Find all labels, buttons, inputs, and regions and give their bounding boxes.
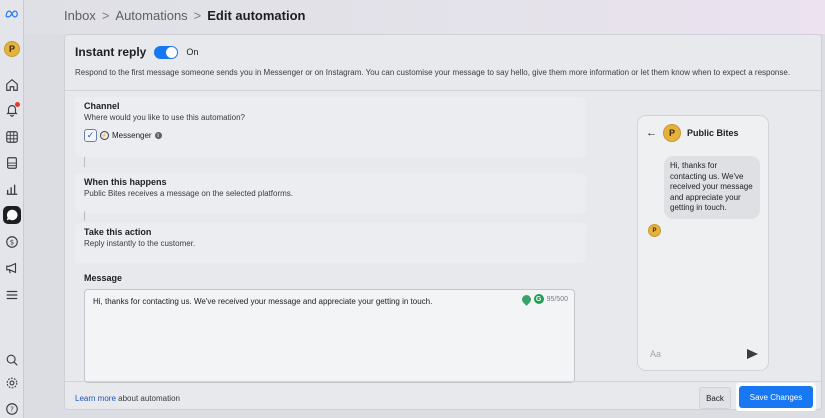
trigger-subtext: Public Bites receives a message on the s…	[84, 189, 293, 198]
trigger-heading: When this happens	[84, 177, 167, 187]
svg-text:?: ?	[10, 406, 14, 414]
back-button[interactable]: Back	[699, 387, 731, 409]
search-icon[interactable]	[3, 351, 21, 369]
pages-icon[interactable]	[3, 154, 21, 172]
flow-connector	[84, 211, 85, 221]
message-textarea[interactable]: Hi, thanks for contacting us. We've rece…	[84, 289, 575, 383]
messenger-preview: ← P Public Bites Hi, thanks for contacti…	[637, 115, 769, 371]
back-arrow-icon: ←	[646, 127, 657, 139]
svg-text:$: $	[10, 239, 14, 247]
preview-avatar: P	[663, 124, 681, 142]
monetization-icon[interactable]: $	[3, 233, 21, 251]
breadcrumb-separator: >	[101, 8, 110, 23]
trigger-section: When this happens Public Bites receives …	[75, 173, 586, 213]
learn-more-suffix: about automation	[115, 394, 180, 403]
preview-header: ← P Public Bites	[646, 124, 739, 142]
preview-sender-avatar: P	[648, 224, 661, 237]
inbox-icon[interactable]	[3, 206, 21, 224]
channel-section: Channel Where would you like to use this…	[75, 97, 586, 157]
help-icon[interactable]: ?	[3, 400, 21, 418]
instant-reply-title: Instant reply	[75, 45, 147, 59]
learn-more-link[interactable]: Learn more	[75, 394, 116, 403]
grammar-icon[interactable]: G	[533, 294, 544, 304]
toggle-state-label: On	[186, 47, 199, 57]
send-icon	[747, 349, 758, 359]
save-changes-button[interactable]: Save Changes	[739, 386, 813, 408]
info-icon[interactable]: i	[154, 132, 162, 139]
settings-icon[interactable]	[3, 374, 21, 392]
messenger-checkbox[interactable]: ✓	[84, 129, 97, 142]
messenger-icon: ⚡	[100, 131, 109, 140]
home-icon[interactable]	[3, 76, 21, 94]
preview-sender-letter: P	[652, 227, 657, 234]
messenger-option[interactable]: ✓ ⚡ Messenger i	[84, 129, 162, 142]
save-button-highlight: Save Changes	[736, 383, 816, 411]
instant-reply-description: Respond to the first message someone sen…	[75, 68, 791, 77]
footer-divider	[65, 381, 821, 382]
action-heading: Take this action	[84, 227, 152, 237]
breadcrumb-inbox[interactable]: Inbox	[64, 8, 96, 23]
preview-message-bubble: Hi, thanks for contacting us. We've rece…	[664, 156, 760, 219]
channel-heading: Channel	[84, 101, 120, 111]
instant-reply-header: Instant reply On	[75, 45, 198, 59]
preview-compose-bar: Aa	[646, 346, 762, 362]
notifications-icon[interactable]	[3, 101, 21, 119]
character-counter: 95/500	[546, 295, 568, 303]
message-text: Hi, thanks for contacting us. We've rece…	[93, 297, 433, 306]
grid-icon[interactable]	[3, 128, 21, 146]
message-tools: G 95/500	[519, 292, 568, 306]
page-avatar[interactable]: P	[4, 41, 20, 57]
instant-reply-toggle[interactable]	[154, 45, 179, 59]
flow-connector	[84, 157, 85, 167]
action-section: Take this action Reply instantly to the …	[75, 223, 586, 263]
action-subtext: Reply instantly to the customer.	[84, 239, 196, 248]
page-title: Edit automation	[207, 8, 306, 23]
ads-icon[interactable]	[3, 259, 21, 277]
notification-badge	[15, 102, 20, 107]
preview-page-name: Public Bites	[687, 128, 739, 138]
avatar-letter: P	[8, 44, 15, 54]
left-navigation-rail: P $ ?	[0, 0, 24, 418]
preview-avatar-letter: P	[668, 128, 675, 138]
breadcrumb: Inbox > Automations > Edit automation	[64, 8, 305, 23]
breadcrumb-separator: >	[193, 8, 202, 23]
channel-subtext: Where would you like to use this automat…	[84, 113, 245, 122]
section-divider	[65, 90, 821, 91]
learn-more-text: Learn more about automation	[75, 394, 180, 403]
automation-editor-card: Instant reply On Respond to the first me…	[64, 34, 822, 411]
menu-icon[interactable]	[3, 286, 21, 304]
message-label: Message	[84, 273, 123, 283]
meta-logo-icon[interactable]	[3, 5, 21, 23]
breadcrumb-automations[interactable]: Automations	[115, 8, 187, 23]
preview-input-placeholder: Aa	[650, 349, 662, 359]
insights-icon[interactable]	[3, 180, 21, 198]
location-pin-icon[interactable]	[519, 292, 533, 306]
message-section: Message Hi, thanks for contacting us. We…	[75, 271, 586, 383]
messenger-label: Messenger	[112, 131, 152, 140]
